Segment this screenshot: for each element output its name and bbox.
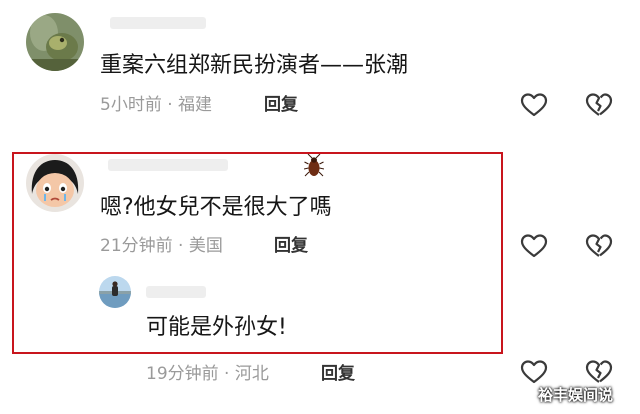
like-button[interactable]: [520, 91, 548, 119]
avatar[interactable]: [99, 276, 131, 308]
reply-button[interactable]: 回复: [274, 235, 308, 257]
heart-outline-icon: [520, 93, 548, 117]
reply-button[interactable]: 回复: [264, 94, 298, 116]
frog-photo-avatar: [26, 13, 84, 71]
like-button[interactable]: [520, 358, 548, 386]
reply-time: 19分钟前: [146, 364, 219, 384]
avatar[interactable]: [26, 154, 84, 212]
dislike-button[interactable]: [585, 91, 613, 119]
broken-heart-icon: [585, 234, 613, 257]
username-redacted: [110, 17, 206, 29]
comment-location: 美国: [188, 236, 223, 256]
cockroach-sticker-icon: [303, 153, 325, 177]
sticker: [303, 153, 325, 180]
reply-location: 河北: [234, 364, 269, 384]
meta-separator: ·: [167, 95, 173, 115]
comment-location: 福建: [178, 95, 213, 115]
username-redacted: [146, 286, 206, 298]
heart-outline-icon: [520, 234, 548, 258]
dislike-button[interactable]: [585, 358, 613, 386]
reply-button[interactable]: 回复: [321, 363, 355, 385]
crying-doll-avatar: [26, 154, 84, 212]
comment-text: 重案六组郑新民扮演者——张潮: [100, 53, 409, 78]
like-button[interactable]: [520, 232, 548, 260]
heart-outline-icon: [520, 360, 548, 384]
username-redacted: [108, 159, 228, 171]
comment-text: 嗯?他女兒不是很大了嗎: [100, 195, 332, 220]
meta-separator: ·: [178, 236, 184, 256]
reply-text: 可能是外孙女!: [146, 315, 287, 340]
lakeside-photo-avatar: [99, 276, 131, 308]
watermark: 裕丰娱间说: [538, 386, 614, 404]
comment-meta: 21分钟前 · 美国: [100, 235, 223, 257]
broken-heart-icon: [585, 360, 613, 383]
comment-time: 21分钟前: [100, 236, 173, 256]
meta-separator: ·: [224, 364, 230, 384]
comment-meta: 5小时前 · 福建: [100, 94, 212, 116]
avatar[interactable]: [26, 13, 84, 71]
reply-meta: 19分钟前 · 河北: [146, 363, 269, 385]
comment-time: 5小时前: [100, 95, 162, 115]
broken-heart-icon: [585, 93, 613, 116]
dislike-button[interactable]: [585, 232, 613, 260]
